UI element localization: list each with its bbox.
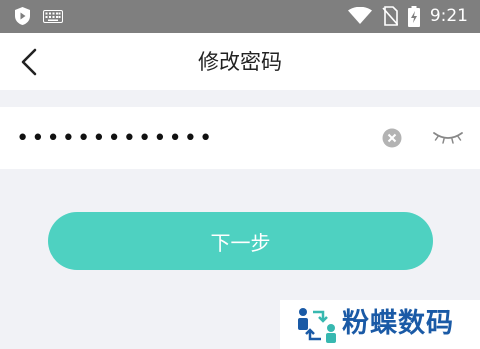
password-field[interactable] [16,117,356,159]
status-left-icons [14,6,63,26]
next-button[interactable]: 下一步 [48,212,433,270]
battery-charging-icon [407,5,420,27]
clear-circle-icon [382,128,402,148]
page-title: 修改密码 [198,50,282,74]
status-right-icons: 9:21 [347,5,468,27]
keyboard-icon [43,9,63,23]
no-sim-icon [382,6,398,26]
toggle-visibility-button[interactable] [432,129,464,147]
eye-closed-icon [433,132,463,144]
password-row [0,107,480,169]
status-bar: 9:21 [0,0,480,33]
watermark: 粉蝶数码 [280,300,480,349]
watermark-text: 粉蝶数码 [342,308,454,339]
app-header: 修改密码 [0,33,480,90]
watermark-logo-icon [298,308,336,343]
shield-icon [15,7,30,25]
status-time: 9:21 [429,6,468,26]
wifi-icon [347,7,372,24]
clear-password-button[interactable] [382,128,402,148]
